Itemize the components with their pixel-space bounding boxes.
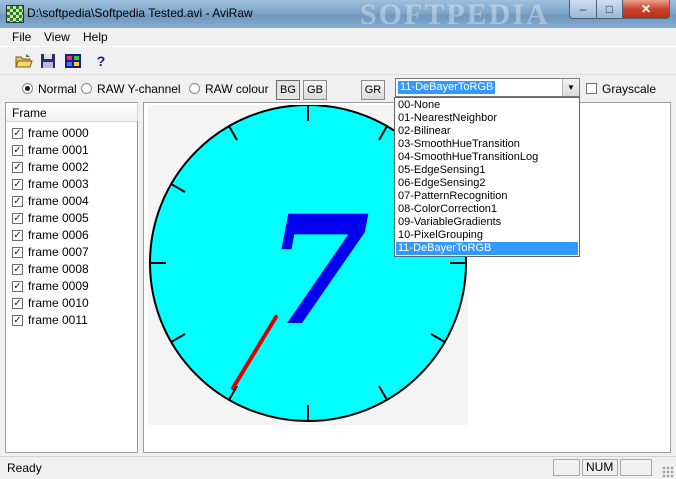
list-item[interactable]: ✓ frame 0003 bbox=[12, 176, 132, 193]
frame-label: frame 0008 bbox=[28, 262, 89, 276]
close-button[interactable]: ✕ bbox=[622, 0, 670, 19]
bg-button[interactable]: BG bbox=[276, 80, 300, 100]
frame-label: frame 0009 bbox=[28, 279, 89, 293]
resize-grip[interactable] bbox=[662, 466, 674, 478]
frame-checkbox[interactable]: ✓ bbox=[12, 264, 23, 275]
status-bar: Ready NUM bbox=[0, 456, 676, 479]
menu-help[interactable]: Help bbox=[83, 30, 108, 44]
list-item[interactable]: ✓ frame 0005 bbox=[12, 210, 132, 227]
frame-label: frame 0011 bbox=[28, 313, 88, 327]
debayer-selected-value: 11-DeBayerToRGB bbox=[398, 81, 496, 94]
frame-checkbox[interactable]: ✓ bbox=[12, 281, 23, 292]
list-item[interactable]: ✓ frame 0004 bbox=[12, 193, 132, 210]
debayer-option[interactable]: 11-DeBayerToRGB bbox=[396, 242, 578, 255]
debayer-dropdown-list[interactable]: 00-None 01-NearestNeighbor 02-Bilinear 03-S… bbox=[394, 97, 580, 257]
raw-colour-label: RAW colour bbox=[205, 82, 269, 96]
debayer-select[interactable]: 11-DeBayerToRGB ▼ bbox=[395, 78, 580, 97]
title-bar[interactable]: SOFTPEDIA D:\softpedia\Softpedia Tested.… bbox=[0, 0, 676, 31]
raw-y-channel-label: RAW Y-channel bbox=[97, 82, 181, 96]
app-icon[interactable] bbox=[6, 5, 24, 23]
frame-label: frame 0000 bbox=[28, 126, 89, 140]
frame-checkbox[interactable]: ✓ bbox=[12, 162, 23, 173]
frame-checkbox[interactable]: ✓ bbox=[12, 196, 23, 207]
frame-label: frame 0007 bbox=[28, 245, 89, 259]
frame-checkbox[interactable]: ✓ bbox=[12, 213, 23, 224]
debayer-option[interactable]: 06-EdgeSensing2 bbox=[396, 177, 578, 190]
normal-label: Normal bbox=[38, 82, 77, 96]
list-item[interactable]: ✓ frame 0011 bbox=[12, 312, 132, 329]
debayer-option[interactable]: 07-PatternRecognition bbox=[396, 190, 578, 203]
grayscale-checkbox[interactable] bbox=[586, 83, 597, 94]
digit-seven: 7 bbox=[266, 183, 370, 359]
window-title: D:\softpedia\Softpedia Tested.avi - AviR… bbox=[27, 6, 253, 20]
frame-label: frame 0003 bbox=[28, 177, 89, 191]
debayer-option[interactable]: 02-Bilinear bbox=[396, 125, 578, 138]
status-pane-empty bbox=[553, 459, 580, 476]
list-item[interactable]: ✓ frame 0001 bbox=[12, 142, 132, 159]
debayer-option[interactable]: 05-EdgeSensing1 bbox=[396, 164, 578, 177]
frame-checkbox[interactable]: ✓ bbox=[12, 298, 23, 309]
minimize-button[interactable]: ‒ bbox=[569, 0, 597, 19]
raw-colour-radio[interactable] bbox=[189, 83, 200, 94]
list-item[interactable]: ✓ frame 0009 bbox=[12, 278, 132, 295]
frame-column-header[interactable]: Frame bbox=[6, 103, 138, 122]
app-window: SOFTPEDIA D:\softpedia\Softpedia Tested.… bbox=[0, 0, 676, 479]
menu-view[interactable]: View bbox=[44, 30, 70, 44]
frame-checkbox[interactable]: ✓ bbox=[12, 128, 23, 139]
list-item[interactable]: ✓ frame 0000 bbox=[12, 125, 132, 142]
status-num-indicator: NUM bbox=[582, 459, 618, 476]
list-item[interactable]: ✓ frame 0006 bbox=[12, 227, 132, 244]
toolbar: ? bbox=[0, 46, 676, 75]
frame-checkbox[interactable]: ✓ bbox=[12, 230, 23, 241]
debayer-option[interactable]: 00-None bbox=[396, 99, 578, 112]
column-divider[interactable] bbox=[137, 103, 138, 121]
save-icon[interactable] bbox=[38, 51, 58, 71]
menu-file[interactable]: File bbox=[12, 30, 31, 44]
help-icon[interactable]: ? bbox=[91, 51, 111, 71]
frame-checkbox[interactable]: ✓ bbox=[12, 179, 23, 190]
list-item[interactable]: ✓ frame 0008 bbox=[12, 261, 132, 278]
menu-bar: File View Help bbox=[0, 28, 676, 46]
list-item[interactable]: ✓ frame 0010 bbox=[12, 295, 132, 312]
debayer-option[interactable]: 03-SmoothHueTransition bbox=[396, 138, 578, 151]
frame-label: frame 0001 bbox=[28, 143, 89, 157]
grayscale-label: Grayscale bbox=[602, 82, 657, 96]
gr-button[interactable]: GR bbox=[361, 80, 385, 100]
frame-label: frame 0010 bbox=[28, 296, 89, 310]
status-pane-scrl bbox=[620, 459, 652, 476]
frame-label: frame 0004 bbox=[28, 194, 89, 208]
frame-header-label: Frame bbox=[12, 106, 47, 120]
frames-icon[interactable] bbox=[63, 51, 83, 71]
frame-label: frame 0006 bbox=[28, 228, 89, 242]
frame-list[interactable]: Frame ✓ frame 0000 ✓ frame 0001 ✓ frame 0002 ✓… bbox=[5, 102, 138, 453]
frame-checkbox[interactable]: ✓ bbox=[12, 315, 23, 326]
maximize-button[interactable]: □ bbox=[596, 0, 623, 19]
debayer-option[interactable]: 08-ColorCorrection1 bbox=[396, 203, 578, 216]
debayer-option[interactable]: 01-NearestNeighbor bbox=[396, 112, 578, 125]
list-item[interactable]: ✓ frame 0002 bbox=[12, 159, 132, 176]
status-text: Ready bbox=[7, 461, 42, 475]
list-item[interactable]: ✓ frame 0007 bbox=[12, 244, 132, 261]
chevron-down-icon[interactable]: ▼ bbox=[562, 79, 579, 96]
frame-label: frame 0005 bbox=[28, 211, 89, 225]
frame-checkbox[interactable]: ✓ bbox=[12, 247, 23, 258]
frame-label: frame 0002 bbox=[28, 160, 89, 174]
gb-button[interactable]: GB bbox=[303, 80, 327, 100]
normal-radio[interactable] bbox=[22, 83, 33, 94]
debayer-option[interactable]: 04-SmoothHueTransitionLog bbox=[396, 151, 578, 164]
debayer-option[interactable]: 09-VariableGradients bbox=[396, 216, 578, 229]
raw-y-channel-radio[interactable] bbox=[81, 83, 92, 94]
open-folder-icon[interactable] bbox=[14, 51, 34, 71]
frame-checkbox[interactable]: ✓ bbox=[12, 145, 23, 156]
debayer-option[interactable]: 10-PixelGrouping bbox=[396, 229, 578, 242]
